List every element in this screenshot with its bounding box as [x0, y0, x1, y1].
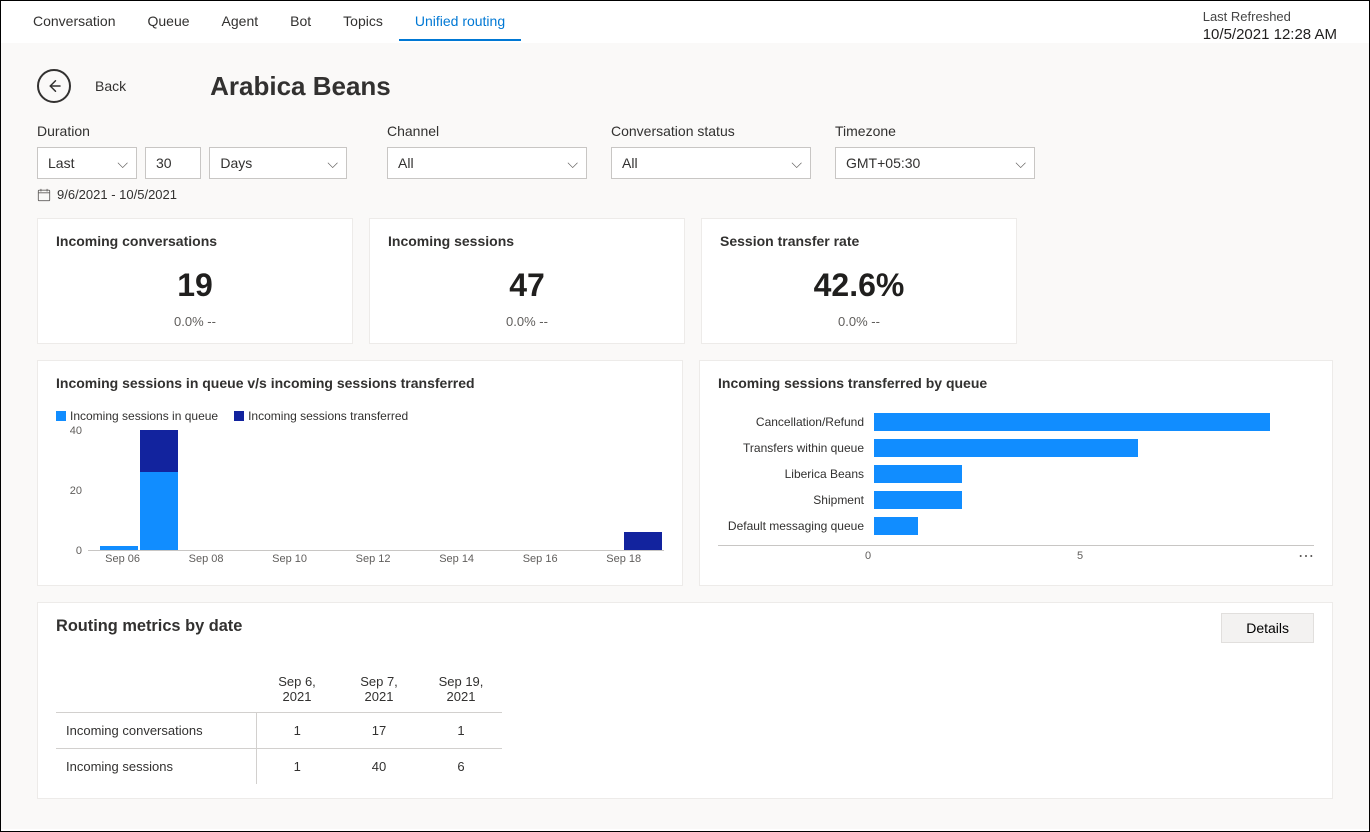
channel-value: All — [398, 155, 414, 171]
back-label: Back — [95, 78, 126, 94]
more-icon[interactable]: ⋯ — [1298, 546, 1314, 566]
calendar-icon — [37, 188, 51, 202]
table-title: Routing metrics by date — [56, 617, 1314, 636]
channel-label: Channel — [387, 123, 587, 139]
top-tabbar: Conversation Queue Agent Bot Topics Unif… — [1, 1, 1369, 43]
kpi-sub: 0.0% -- — [720, 314, 998, 329]
x-tick: Sep 12 — [356, 553, 391, 565]
details-button[interactable]: Details — [1221, 613, 1314, 643]
tab-unified-routing[interactable]: Unified routing — [399, 1, 521, 41]
chart-transferred-by-queue: Incoming sessions transferred by queue C… — [699, 360, 1333, 586]
cell: 17 — [338, 713, 420, 749]
tab-topics[interactable]: Topics — [327, 1, 399, 41]
routing-metrics-table-card: Routing metrics by date Details Sep 6, 2… — [37, 602, 1333, 799]
cell: 1 — [420, 713, 502, 749]
kpi-value: 42.6% — [720, 267, 998, 304]
kpi-value: 47 — [388, 267, 666, 304]
channel-select[interactable]: All ⌵ — [387, 147, 587, 179]
tabs: Conversation Queue Agent Bot Topics Unif… — [17, 1, 521, 41]
x-tick: 5 — [1077, 550, 1083, 562]
chevron-down-icon: ⌵ — [1015, 155, 1026, 172]
hbar-label: Transfers within queue — [718, 441, 868, 455]
chevron-down-icon: ⌵ — [327, 155, 338, 172]
table-row: Incoming conversations 1 17 1 — [56, 713, 502, 749]
chevron-down-icon: ⌵ — [117, 155, 128, 172]
x-tick: 0 — [865, 550, 871, 562]
duration-label: Duration — [37, 123, 347, 139]
last-refreshed: Last Refreshed 10/5/2021 12:28 AM — [1203, 1, 1353, 43]
y-tick: 40 — [70, 425, 82, 437]
hbar-label: Shipment — [718, 493, 868, 507]
status-value: All — [622, 155, 638, 171]
col-header: Sep 6, 2021 — [256, 666, 338, 713]
hbar-label: Default messaging queue — [718, 519, 868, 533]
last-refreshed-label: Last Refreshed — [1203, 9, 1337, 24]
x-tick: Sep 10 — [272, 553, 307, 565]
chart-sessions-stacked: Incoming sessions in queue v/s incoming … — [37, 360, 683, 586]
table-row: Incoming sessions 1 40 6 — [56, 749, 502, 785]
cell: 40 — [338, 749, 420, 785]
duration-mode-value: Last — [48, 155, 74, 171]
row-label: Incoming conversations — [56, 713, 256, 749]
row-label: Incoming sessions — [56, 749, 256, 785]
cell: 6 — [420, 749, 502, 785]
cell: 1 — [256, 713, 338, 749]
chart-title: Incoming sessions in queue v/s incoming … — [56, 375, 664, 391]
kpi-sub: 0.0% -- — [56, 314, 334, 329]
page-title: Arabica Beans — [210, 71, 391, 102]
duration-unit-value: Days — [220, 155, 252, 171]
arrow-left-icon — [45, 77, 63, 95]
legend-transferred: Incoming sessions transferred — [234, 409, 408, 423]
back-button[interactable] — [37, 69, 71, 103]
duration-n-input[interactable]: 30 — [145, 147, 201, 179]
x-tick: Sep 18 — [606, 553, 641, 565]
cell: 1 — [256, 749, 338, 785]
swatch-icon — [234, 411, 244, 421]
tz-value: GMT+05:30 — [846, 155, 920, 171]
legend-label: Incoming sessions transferred — [248, 409, 408, 423]
tab-conversation[interactable]: Conversation — [17, 1, 132, 41]
hbar-label: Cancellation/Refund — [718, 415, 868, 429]
tz-label: Timezone — [835, 123, 1035, 139]
x-tick: Sep 06 — [105, 553, 140, 565]
kpi-incoming-conversations: Incoming conversations 19 0.0% -- — [37, 218, 353, 344]
chevron-down-icon: ⌵ — [791, 155, 802, 172]
bar-chart-plot: 40 20 0 Sep 06 Sep 08 — [56, 431, 664, 571]
kpi-title: Session transfer rate — [720, 233, 998, 249]
legend-label: Incoming sessions in queue — [70, 409, 218, 423]
routing-metrics-table: Sep 6, 2021 Sep 7, 2021 Sep 19, 2021 Inc… — [56, 666, 502, 784]
col-header: Sep 7, 2021 — [338, 666, 420, 713]
chevron-down-icon: ⌵ — [567, 155, 578, 172]
tz-select[interactable]: GMT+05:30 ⌵ — [835, 147, 1035, 179]
kpi-value: 19 — [56, 267, 334, 304]
hbar-label: Liberica Beans — [718, 467, 868, 481]
date-range-text: 9/6/2021 - 10/5/2021 — [57, 187, 177, 202]
duration-mode-select[interactable]: Last ⌵ — [37, 147, 137, 179]
kpi-title: Incoming sessions — [388, 233, 666, 249]
status-select[interactable]: All ⌵ — [611, 147, 811, 179]
x-tick: Sep 08 — [189, 553, 224, 565]
tab-queue[interactable]: Queue — [132, 1, 206, 41]
duration-n-value: 30 — [156, 155, 172, 171]
status-label: Conversation status — [611, 123, 811, 139]
tab-bot[interactable]: Bot — [274, 1, 327, 41]
swatch-icon — [56, 411, 66, 421]
y-tick: 0 — [76, 545, 82, 557]
kpi-incoming-sessions: Incoming sessions 47 0.0% -- — [369, 218, 685, 344]
x-tick: Sep 14 — [439, 553, 474, 565]
legend-in-queue: Incoming sessions in queue — [56, 409, 218, 423]
x-tick: Sep 16 — [523, 553, 558, 565]
y-tick: 20 — [70, 485, 82, 497]
last-refreshed-value: 10/5/2021 12:28 AM — [1203, 24, 1337, 43]
col-header: Sep 19, 2021 — [420, 666, 502, 713]
kpi-sub: 0.0% -- — [388, 314, 666, 329]
kpi-title: Incoming conversations — [56, 233, 334, 249]
date-range: 9/6/2021 - 10/5/2021 — [37, 187, 1333, 202]
kpi-session-transfer-rate: Session transfer rate 42.6% 0.0% -- — [701, 218, 1017, 344]
tab-agent[interactable]: Agent — [206, 1, 275, 41]
chart-title: Incoming sessions transferred by queue — [718, 375, 1314, 391]
duration-unit-select[interactable]: Days ⌵ — [209, 147, 347, 179]
